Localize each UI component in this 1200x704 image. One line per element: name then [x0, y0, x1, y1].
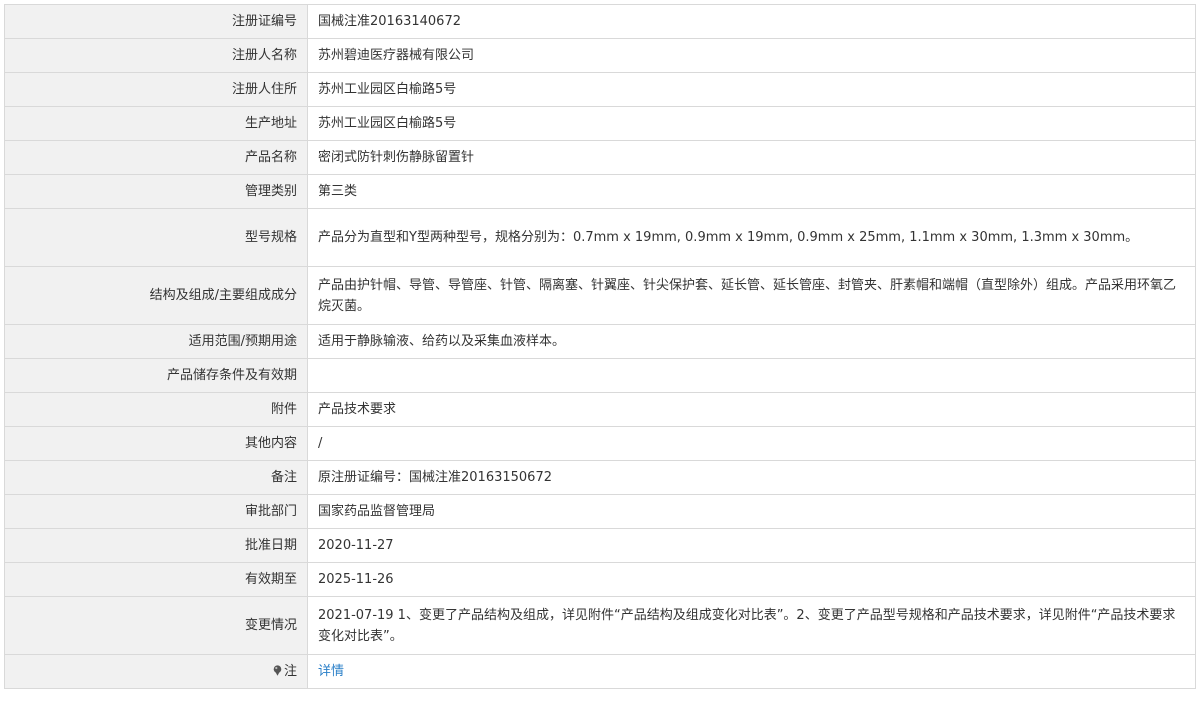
label-attachment: 附件	[4, 392, 308, 427]
value-storage-validity	[307, 358, 1196, 393]
row-intended-use: 适用范围/预期用途 适用于静脉输液、给药以及采集血液样本。	[4, 324, 1196, 359]
label-registrant-address: 注册人住所	[4, 72, 308, 107]
details-link[interactable]: 详情	[318, 664, 344, 679]
label-structure-composition: 结构及组成/主要组成成分	[4, 266, 308, 325]
label-management-category: 管理类别	[4, 174, 308, 209]
value-valid-until: 2025-11-26	[307, 562, 1196, 597]
label-registrant-name: 注册人名称	[4, 38, 308, 73]
row-management-category: 管理类别 第三类	[4, 174, 1196, 209]
row-registrant-name: 注册人名称 苏州碧迪医疗器械有限公司	[4, 38, 1196, 73]
label-approval-date: 批准日期	[4, 528, 308, 563]
label-valid-until: 有效期至	[4, 562, 308, 597]
label-other-content: 其他内容	[4, 426, 308, 461]
row-model-spec: 型号规格 产品分为直型和Y型两种型号，规格分别为：0.7mm x 19mm, 0…	[4, 208, 1196, 267]
row-storage-validity: 产品储存条件及有效期	[4, 358, 1196, 393]
label-product-name: 产品名称	[4, 140, 308, 175]
pin-icon	[273, 662, 282, 676]
value-registration-number: 国械注准20163140672	[307, 4, 1196, 39]
value-approval-department: 国家药品监督管理局	[307, 494, 1196, 529]
value-production-address: 苏州工业园区白榆路5号	[307, 106, 1196, 141]
row-approval-date: 批准日期 2020-11-27	[4, 528, 1196, 563]
label-storage-validity: 产品储存条件及有效期	[4, 358, 308, 393]
row-note: 注 详情	[4, 654, 1196, 689]
row-registration-number: 注册证编号 国械注准20163140672	[4, 4, 1196, 39]
value-model-spec: 产品分为直型和Y型两种型号，规格分别为：0.7mm x 19mm, 0.9mm …	[307, 208, 1196, 267]
value-note: 详情	[307, 654, 1196, 689]
registration-detail-table: 注册证编号 国械注准20163140672 注册人名称 苏州碧迪医疗器械有限公司…	[4, 4, 1196, 689]
value-management-category: 第三类	[307, 174, 1196, 209]
label-remarks: 备注	[4, 460, 308, 495]
value-change-history: 2021-07-19 1、变更了产品结构及组成，详见附件“产品结构及组成变化对比…	[307, 596, 1196, 655]
row-production-address: 生产地址 苏州工业园区白榆路5号	[4, 106, 1196, 141]
value-other-content: /	[307, 426, 1196, 461]
row-valid-until: 有效期至 2025-11-26	[4, 562, 1196, 597]
row-attachment: 附件 产品技术要求	[4, 392, 1196, 427]
label-registration-number: 注册证编号	[4, 4, 308, 39]
label-change-history: 变更情况	[4, 596, 308, 655]
row-registrant-address: 注册人住所 苏州工业园区白榆路5号	[4, 72, 1196, 107]
registration-detail-panel: 注册证编号 国械注准20163140672 注册人名称 苏州碧迪医疗器械有限公司…	[4, 4, 1196, 689]
row-approval-department: 审批部门 国家药品监督管理局	[4, 494, 1196, 529]
value-remarks: 原注册证编号：国械注准20163150672	[307, 460, 1196, 495]
row-remarks: 备注 原注册证编号：国械注准20163150672	[4, 460, 1196, 495]
row-structure-composition: 结构及组成/主要组成成分 产品由护针帽、导管、导管座、针管、隔离塞、针翼座、针尖…	[4, 266, 1196, 325]
label-approval-department: 审批部门	[4, 494, 308, 529]
value-structure-composition: 产品由护针帽、导管、导管座、针管、隔离塞、针翼座、针尖保护套、延长管、延长管座、…	[307, 266, 1196, 325]
value-approval-date: 2020-11-27	[307, 528, 1196, 563]
label-model-spec: 型号规格	[4, 208, 308, 267]
row-change-history: 变更情况 2021-07-19 1、变更了产品结构及组成，详见附件“产品结构及组…	[4, 596, 1196, 655]
label-production-address: 生产地址	[4, 106, 308, 141]
row-other-content: 其他内容 /	[4, 426, 1196, 461]
value-product-name: 密闭式防针刺伤静脉留置针	[307, 140, 1196, 175]
row-product-name: 产品名称 密闭式防针刺伤静脉留置针	[4, 140, 1196, 175]
value-registrant-address: 苏州工业园区白榆路5号	[307, 72, 1196, 107]
value-intended-use: 适用于静脉输液、给药以及采集血液样本。	[307, 324, 1196, 359]
label-intended-use: 适用范围/预期用途	[4, 324, 308, 359]
value-registrant-name: 苏州碧迪医疗器械有限公司	[307, 38, 1196, 73]
note-label-text: 注	[283, 664, 297, 679]
value-attachment: 产品技术要求	[307, 392, 1196, 427]
label-note: 注	[4, 654, 308, 689]
